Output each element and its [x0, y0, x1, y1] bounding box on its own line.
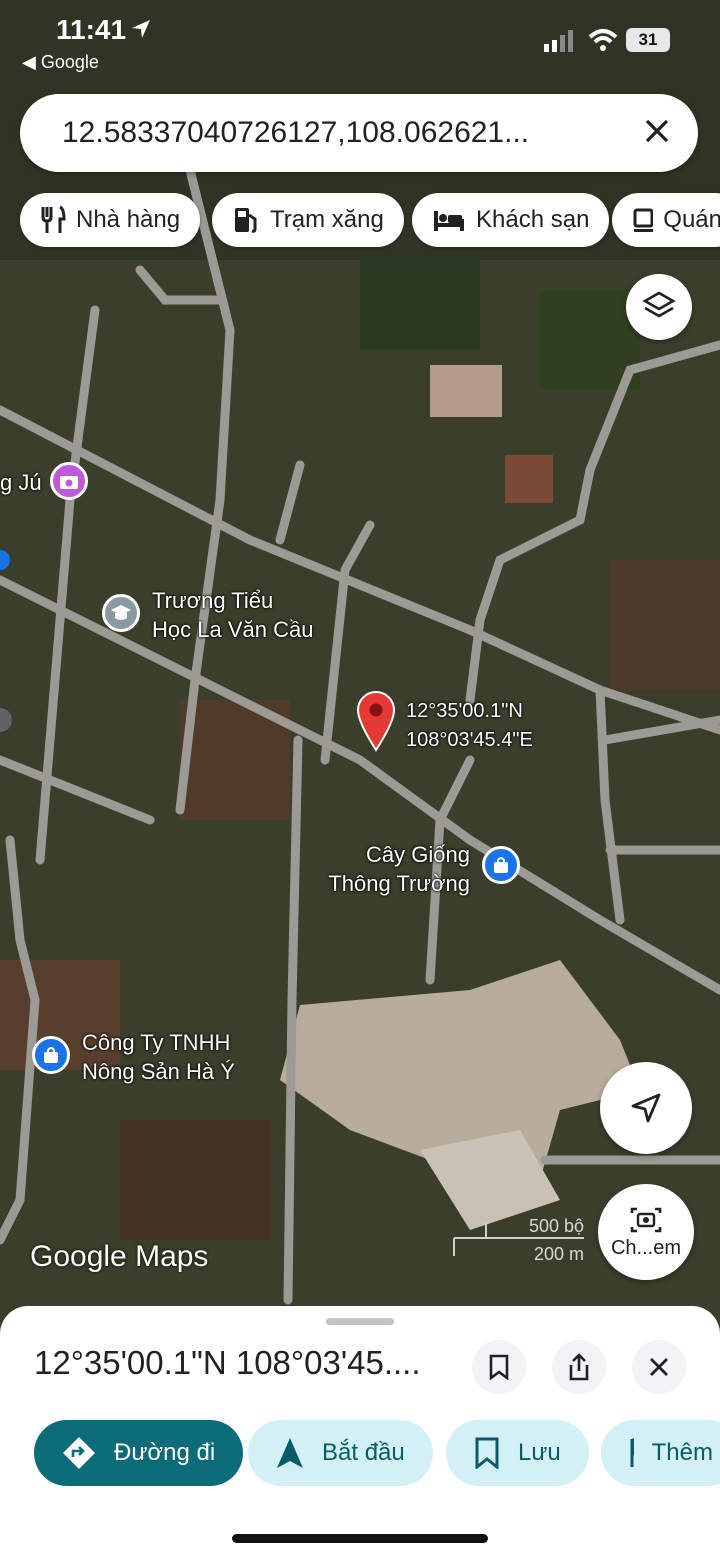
- layers-button[interactable]: [626, 274, 692, 340]
- share-button[interactable]: [552, 1340, 606, 1394]
- school-icon: [111, 605, 131, 620]
- location-arrow-icon: [132, 20, 150, 38]
- restaurant-icon: [41, 205, 66, 233]
- poi-marker-shop[interactable]: [482, 846, 520, 884]
- category-chip-hotel[interactable]: Khách sạn: [412, 193, 610, 247]
- directions-button[interactable]: Đường đi: [34, 1420, 244, 1486]
- poi-marker-photo[interactable]: [50, 462, 88, 500]
- google-maps-watermark: Google Maps: [30, 1240, 209, 1273]
- save-button[interactable]: Lưu: [446, 1420, 589, 1486]
- camera-search-button[interactable]: Ch...em: [598, 1184, 694, 1280]
- close-icon[interactable]: [642, 116, 672, 146]
- chip-label: Quán: [663, 206, 720, 233]
- poi-label-line: Thông Trường: [328, 871, 470, 896]
- save-icon-button[interactable]: [472, 1340, 526, 1394]
- back-to-app-link[interactable]: ◀ Google: [22, 52, 99, 73]
- poi-label-shop[interactable]: Cây Giống Thông Trường: [324, 840, 470, 898]
- start-button[interactable]: Bắt đầu: [248, 1420, 433, 1486]
- search-input[interactable]: 12.58337040726127,108.062621...: [62, 116, 529, 150]
- bookmark-icon: [475, 1437, 499, 1469]
- pin-latitude: 12°35'00.1"N: [406, 700, 523, 722]
- my-location-button[interactable]: [600, 1062, 692, 1154]
- poi-label-line: Học La Văn Cầu: [152, 617, 314, 642]
- scale-metric: 200 m: [533, 1244, 584, 1264]
- directions-icon: [63, 1437, 95, 1469]
- bookmark-icon: [489, 1354, 509, 1380]
- pin-coordinates-label: 12°35'00.1"N 108°03'45.4"E: [406, 697, 533, 755]
- close-icon: [650, 1358, 668, 1376]
- navigation-arrow-icon: [277, 1438, 303, 1468]
- home-indicator[interactable]: [232, 1534, 488, 1543]
- chip-label: Nhà hàng: [76, 206, 181, 233]
- scale-imperial: 500 bộ: [528, 1216, 584, 1236]
- poi-marker-school[interactable]: [102, 594, 140, 632]
- poi-label-line: Nông Sản Hà Ý: [82, 1059, 235, 1084]
- search-bar[interactable]: 12.58337040726127,108.062621...: [20, 94, 698, 172]
- place-title: 12°35'00.1"N 108°03'45....: [34, 1344, 421, 1381]
- more-label: Thêm: [651, 1439, 713, 1466]
- layers-icon: [642, 291, 676, 318]
- share-icon: [569, 1353, 589, 1381]
- category-chip-restaurant[interactable]: Nhà hàng: [20, 193, 201, 247]
- start-label: Bắt đầu: [322, 1439, 405, 1466]
- navigation-arrow-icon: [631, 1093, 661, 1123]
- place-bottom-sheet[interactable]: 12°35'00.1"N 108°03'45.... Đường đi Bắt …: [0, 1306, 720, 1557]
- poi-label-line: Cây Giống: [366, 842, 470, 867]
- map-scale: 500 bộ 200 m: [452, 1212, 584, 1264]
- camera-search-icon: [630, 1207, 662, 1232]
- pin-longitude: 108°03'45.4"E: [406, 729, 533, 751]
- category-chip-gas-station[interactable]: Trạm xăng: [212, 193, 404, 247]
- flag-icon: [630, 1438, 634, 1467]
- poi-label-line: Công Ty TNHH: [82, 1030, 231, 1055]
- more-button[interactable]: Thêm: [601, 1420, 720, 1486]
- status-time: 11:41: [56, 14, 127, 45]
- poi-label[interactable]: g Jú: [0, 468, 42, 497]
- hotel-icon: [434, 211, 464, 231]
- camera-plus-icon: [60, 476, 78, 489]
- dropped-pin-icon[interactable]: [354, 688, 398, 752]
- chip-label: Khách sạn: [476, 206, 590, 233]
- shopping-bag-icon: [44, 1047, 58, 1063]
- wifi-icon: [588, 29, 618, 51]
- cellular-signal-icon: [544, 30, 573, 52]
- poi-marker-company[interactable]: [32, 1036, 70, 1074]
- battery-icon: 31: [626, 28, 670, 52]
- camera-search-label: Ch...em: [610, 1236, 682, 1259]
- battery-level: 31: [638, 30, 658, 49]
- sheet-drag-handle[interactable]: [326, 1318, 394, 1325]
- cafe-icon: [633, 208, 654, 232]
- category-chip-cafe[interactable]: Quán: [612, 193, 720, 247]
- directions-label: Đường đi: [114, 1439, 216, 1466]
- poi-label-line: Trương Tiểu: [152, 588, 274, 613]
- save-label: Lưu: [518, 1439, 561, 1466]
- gas-station-icon: [235, 208, 257, 233]
- poi-label-company[interactable]: Công Ty TNHH Nông Sản Hà Ý: [82, 1028, 235, 1086]
- close-sheet-button[interactable]: [632, 1340, 686, 1394]
- poi-label-school[interactable]: Trương Tiểu Học La Văn Cầu: [152, 586, 313, 644]
- shopping-bag-icon: [494, 857, 508, 873]
- chip-label: Trạm xăng: [270, 206, 384, 233]
